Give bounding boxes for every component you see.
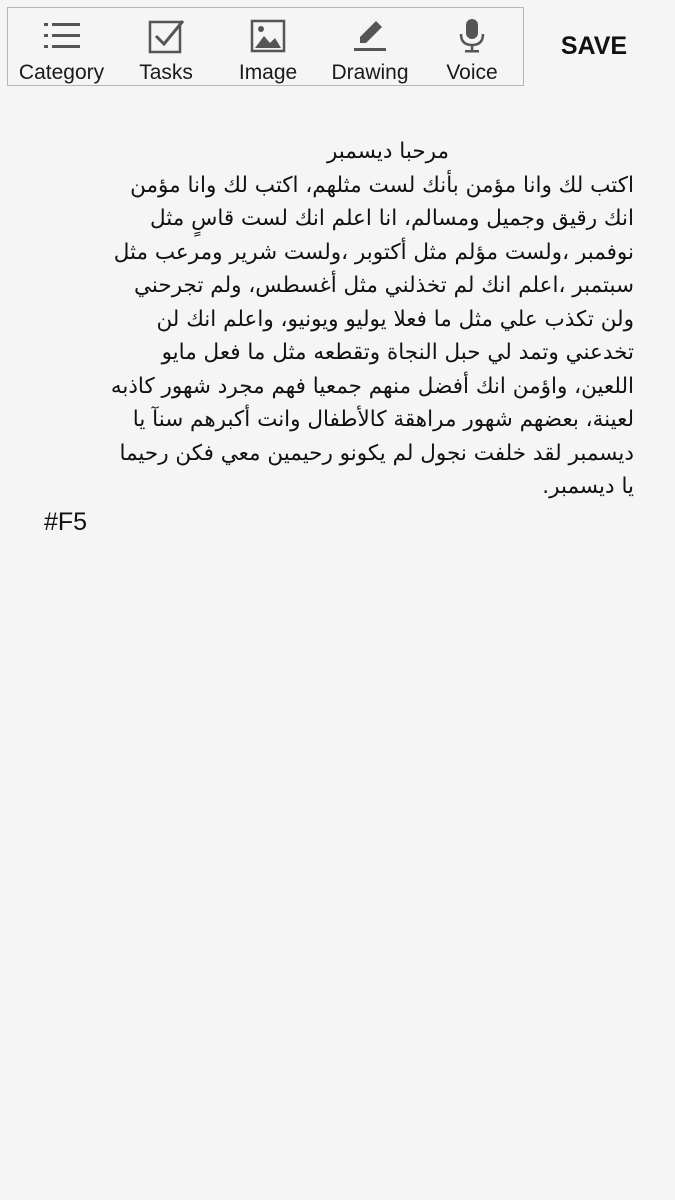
checkbox-icon (148, 20, 185, 54)
note-line: اللعين، واؤمن انك أفضل منهم جمعيا فهم مج… (110, 373, 634, 399)
voice-button[interactable]: Voice (421, 8, 523, 85)
note-body[interactable]: مرحبا ديسمبر اكتب لك وانا مؤمن بأنك لست … (40, 135, 634, 539)
note-line: يا ديسمبر. (542, 474, 634, 499)
note-line: اكتب لك وانا مؤمن بأنك لست مثلهم، اكتب ل… (130, 172, 634, 198)
note-line: ولن تكذب علي مثل ما فعلا يوليو ويونيو، و… (156, 306, 634, 332)
note-toolbar: Category Tasks Image Drawing Voice (7, 7, 524, 86)
pencil-icon (354, 21, 387, 51)
note-line: لعينة، بعضهم شهور مراهقة كالأطفال وانت أ… (132, 407, 634, 432)
note-hashtag: #F5 (44, 507, 88, 536)
tasks-label: Tasks (139, 61, 193, 84)
note-line: انك رقيق وجميل ومسالم، انا اعلم انك لست … (150, 206, 634, 231)
category-label: Category (18, 61, 105, 84)
drawing-button[interactable]: Drawing (319, 8, 421, 85)
note-line: تخدعني وتمد لي حبل النجاة وتقطعه مثل ما … (161, 340, 634, 365)
category-button[interactable]: Category (8, 8, 115, 85)
note-line: ديسمبر لقد خلفت نجول لم يكونو رحيمين معي… (119, 440, 634, 466)
image-button[interactable]: Image (217, 8, 319, 85)
drawing-label: Drawing (331, 61, 409, 84)
list-icon (43, 23, 80, 48)
tasks-button[interactable]: Tasks (115, 8, 217, 85)
voice-label: Voice (446, 61, 498, 84)
note-line: سبتمبر ،اعلم انك لم تخذلني مثل أغسطس، ول… (134, 273, 634, 298)
note-line: نوفمبر ،ولست مؤلم مثل أكتوبر ،ولست شرير … (113, 239, 634, 265)
note-line: مرحبا ديسمبر (326, 139, 449, 164)
image-label: Image (238, 61, 298, 84)
save-button[interactable]: SAVE (548, 26, 640, 66)
microphone-icon (459, 19, 485, 53)
image-icon (250, 19, 286, 53)
